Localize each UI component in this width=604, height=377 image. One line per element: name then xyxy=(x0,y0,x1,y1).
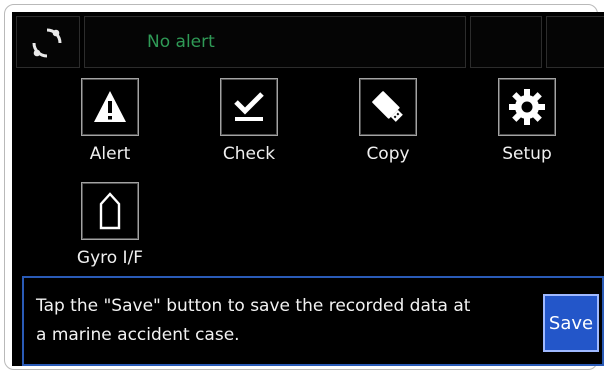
ship-bow-icon xyxy=(99,192,121,230)
message-bar: Tap the "Save" button to save the record… xyxy=(22,276,604,366)
top-status-bar: No alert xyxy=(12,12,604,72)
menu-item-check[interactable]: Check xyxy=(199,78,299,164)
checkmark-icon xyxy=(234,92,264,121)
save-button[interactable]: Save xyxy=(543,294,599,352)
gyro-icon-box[interactable] xyxy=(81,182,139,240)
menu-item-alert[interactable]: Alert xyxy=(60,78,160,164)
status-box-1 xyxy=(470,16,542,68)
menu-item-gyro[interactable]: Gyro I/F xyxy=(60,182,160,268)
sync-indicator-icon xyxy=(32,28,62,58)
message-line-2: a marine accident case. xyxy=(36,325,240,345)
alert-icon-box[interactable] xyxy=(81,78,139,136)
alert-status-text: No alert xyxy=(147,32,215,52)
check-icon-box[interactable] xyxy=(220,78,278,136)
menu-item-label: Check xyxy=(222,144,276,164)
menu-item-label: Copy xyxy=(366,144,410,164)
alert-status-field[interactable]: No alert xyxy=(84,16,466,68)
status-box-2 xyxy=(546,16,604,68)
screen: No alert Alert Check Copy Setup Gyro I/F… xyxy=(12,12,604,366)
gear-icon xyxy=(509,89,545,125)
menu-item-label: Setup xyxy=(502,144,552,164)
save-instruction-text: Tap the "Save" button to save the record… xyxy=(36,292,536,350)
status-indicator-cell[interactable] xyxy=(16,16,80,68)
menu-item-label: Alert xyxy=(89,144,131,164)
warning-triangle-icon xyxy=(94,91,126,122)
copy-icon-box[interactable] xyxy=(359,78,417,136)
message-line-1: Tap the "Save" button to save the record… xyxy=(36,296,471,316)
usb-drive-icon xyxy=(372,91,403,122)
menu-item-setup[interactable]: Setup xyxy=(477,78,577,164)
setup-icon-box[interactable] xyxy=(498,78,556,136)
menu-item-copy[interactable]: Copy xyxy=(338,78,438,164)
menu-item-label: Gyro I/F xyxy=(76,248,144,268)
